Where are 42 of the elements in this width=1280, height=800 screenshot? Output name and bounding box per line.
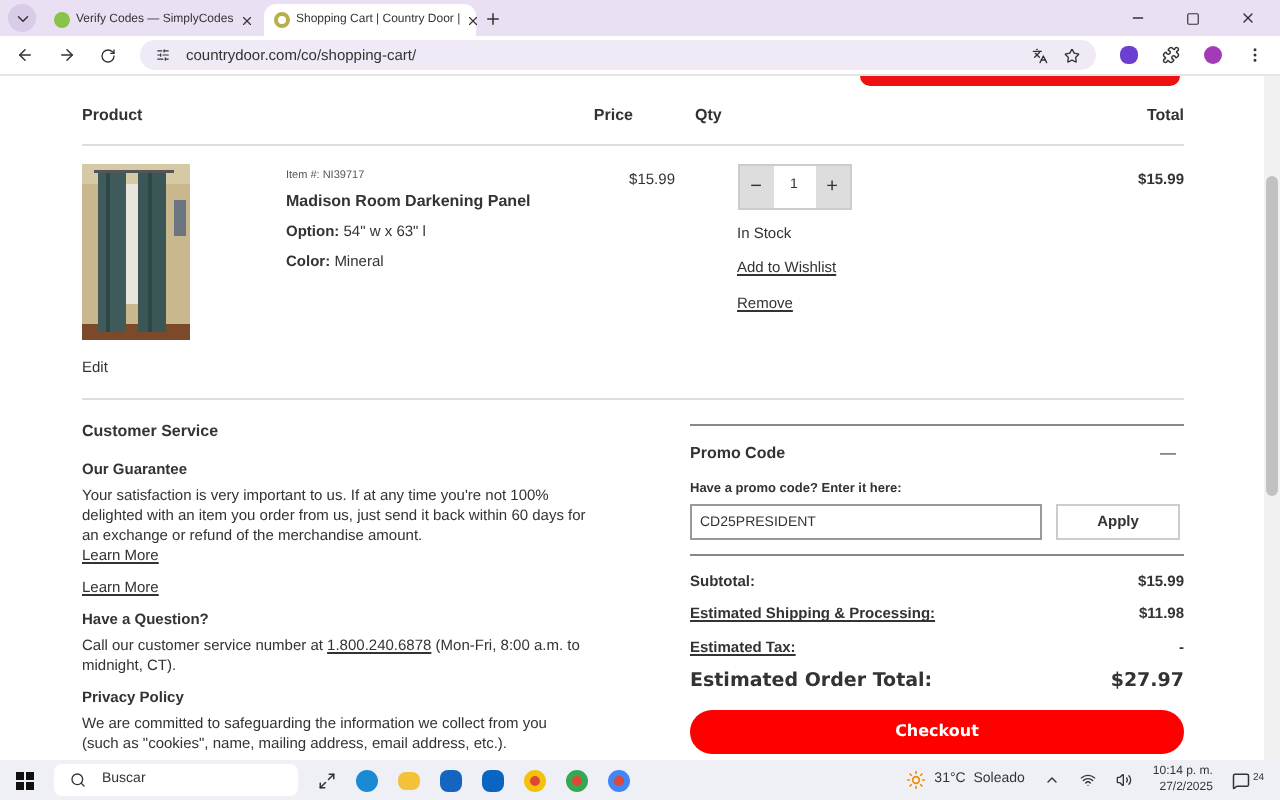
rings-icon: [274, 12, 290, 28]
column-header: Price: [591, 103, 633, 127]
bookmark-icon[interactable]: [1064, 47, 1080, 63]
column-header: Total: [1144, 103, 1184, 127]
close-icon[interactable]: [1240, 10, 1256, 26]
forward-icon[interactable]: [58, 46, 76, 64]
column-header: Qty: [693, 103, 724, 127]
chrome-icon[interactable]: [608, 769, 630, 791]
volume-icon[interactable]: [1116, 772, 1133, 788]
decrease-button[interactable]: −: [739, 166, 773, 208]
section-title: Customer Service: [82, 420, 221, 445]
profile-avatar[interactable]: [1204, 46, 1222, 64]
tray-chevron-icon[interactable]: [1044, 772, 1061, 788]
task-view-icon[interactable]: [318, 771, 336, 789]
total-label: Estimated Order Total:: [690, 667, 933, 696]
increase-button[interactable]: +: [815, 166, 849, 208]
extensions-icon[interactable]: [1162, 46, 1180, 64]
edge-icon[interactable]: [356, 769, 378, 791]
wifi-icon[interactable]: [1080, 772, 1097, 788]
chrome-icon[interactable]: [524, 769, 546, 791]
back-icon[interactable]: [16, 46, 34, 64]
promo-title: Promo Code: [690, 442, 786, 467]
total-value: $27.97: [1110, 667, 1184, 696]
extension-icon[interactable]: [1120, 46, 1138, 64]
scrollbar[interactable]: [1264, 76, 1280, 760]
translate-icon[interactable]: [1032, 47, 1048, 63]
reload-icon[interactable]: [100, 47, 116, 63]
new-tab-icon[interactable]: [484, 10, 502, 28]
close-icon[interactable]: [466, 13, 481, 27]
mail-app-icon[interactable]: [482, 769, 504, 791]
checkout-button[interactable]: Checkout: [690, 710, 1184, 754]
site-info-icon[interactable]: [156, 48, 170, 62]
close-icon[interactable]: [239, 13, 254, 27]
collapse-button[interactable]: —: [1160, 442, 1176, 467]
windows-icon[interactable]: [16, 771, 34, 789]
restore-icon[interactable]: [1186, 12, 1200, 26]
column-header: Product: [82, 103, 145, 127]
store-icon[interactable]: [440, 769, 462, 791]
tab-search-icon[interactable]: [8, 4, 36, 32]
product-name[interactable]: Madison Room Darkening Panel: [286, 190, 595, 215]
chrome-icon[interactable]: [566, 769, 588, 791]
search-icon: [70, 772, 86, 788]
